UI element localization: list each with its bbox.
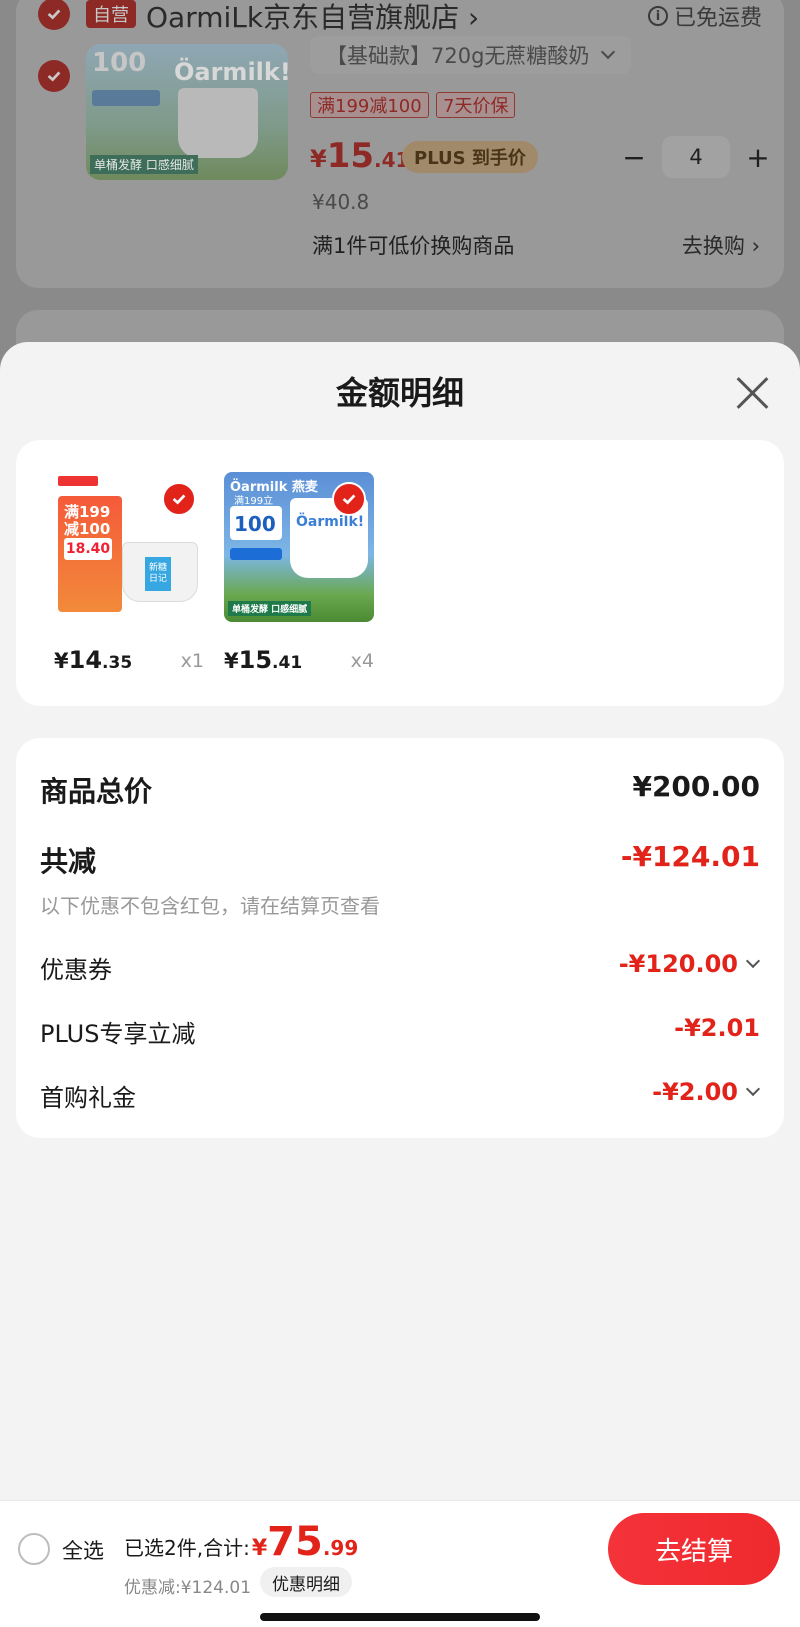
cart-background: 自营 OarmiLk京东自营旗舰店 › i 已免运费 100 Öarmilk! …	[0, 0, 800, 370]
chevron-down-icon	[601, 44, 616, 60]
good-qty-2: x4	[350, 650, 374, 672]
original-price: ¥40.8	[312, 190, 370, 214]
tub-label: 新糖 日记	[145, 557, 171, 591]
plus-button[interactable]: +	[740, 139, 776, 175]
total-integer: 75	[267, 1519, 323, 1565]
free-shipping-label[interactable]: i 已免运费	[647, 0, 762, 32]
summary-prefix: 已选2件,合计:	[124, 1536, 250, 1560]
store-name-link[interactable]: OarmiLk京东自营旗舰店 ›	[146, 0, 479, 36]
plus-discount-value: -¥2.01	[674, 1014, 760, 1042]
product-thumbnail[interactable]: 100 Öarmilk! 单桶发酵 口感细腻	[86, 44, 288, 180]
coupon-label: 优惠券	[40, 956, 112, 984]
image-coupon-button	[230, 548, 282, 560]
coupon-value: -¥120.00	[618, 950, 738, 978]
discount-detail-button[interactable]: 优惠明细	[260, 1567, 352, 1597]
spec-selector[interactable]: 【基础款】720g无蔗糖酸奶	[310, 36, 632, 74]
coupon-row-value[interactable]: -¥120.00	[618, 950, 761, 978]
first-purchase-value: -¥2.00	[652, 1078, 738, 1106]
price-breakdown-card: 商品总价 ¥200.00 共减 -¥124.01 以下优惠不包含红包，请在结算页…	[16, 738, 784, 1138]
reduction-note: 以下优惠不包含红包，请在结算页查看	[40, 894, 380, 918]
plus-discount-label: PLUS专享立减	[40, 1020, 196, 1048]
discount-summary: 优惠减:¥124.01	[124, 1578, 252, 1598]
swap-offer-text: 满1件可低价换购商品	[312, 234, 515, 258]
price-integer: 15	[326, 136, 375, 176]
chevron-down-icon	[745, 1081, 761, 1097]
item-price: ¥15.41	[310, 136, 409, 176]
badge-value: 100	[234, 512, 276, 536]
checked-icon[interactable]	[162, 482, 196, 516]
price-currency: ¥	[54, 649, 69, 673]
reduction-label: 共减	[40, 845, 97, 878]
good-price-2: ¥15.41	[224, 646, 302, 674]
checked-icon[interactable]	[332, 482, 366, 516]
thumb-cup	[178, 88, 258, 158]
thumb-footer: 单桶发酵 口感细腻	[90, 155, 198, 174]
good-price-1: ¥14.35	[54, 646, 132, 674]
promo-tag-discount: 满199减100	[310, 92, 429, 118]
chevron-down-icon	[745, 953, 761, 969]
order-summary: 已选2件,合计: ¥75.99	[124, 1519, 358, 1565]
total-currency: ¥	[251, 1536, 268, 1561]
close-icon[interactable]	[734, 374, 770, 410]
thumb-brand: Öarmilk!	[174, 58, 288, 86]
brand-logo	[58, 476, 98, 486]
yogurt-tub: 新糖 日记	[122, 542, 198, 602]
checkout-bar: 全选 已选2件,合计: ¥75.99 优惠减:¥124.01 优惠明细 去结算	[0, 1500, 800, 1627]
self-operated-tag: 自营	[86, 0, 136, 28]
selected-goods-card: 满199 减100 18.40 新糖 日记 ¥14.35 x1 Öarmilk …	[16, 440, 784, 706]
info-icon: i	[647, 6, 668, 26]
price-currency: ¥	[310, 145, 327, 173]
thumb-badge: 100	[92, 48, 147, 78]
item-check-icon[interactable]	[38, 60, 70, 92]
price-decimal: .41	[272, 653, 303, 673]
reduction-value: -¥124.01	[620, 840, 760, 873]
quantity-stepper[interactable]: − 4 +	[616, 136, 776, 178]
spec-text: 【基础款】720g无蔗糖酸奶	[326, 44, 590, 68]
promo-tag-price-protect: 7天价保	[436, 92, 516, 118]
amount-detail-sheet: 金额明细 满199 减100 18.40 新糖 日记 ¥14.35 x1 Öar…	[0, 342, 800, 1627]
free-shipping-text: 已免运费	[673, 6, 762, 31]
good-image-2: Öarmilk 燕麦 满199立减 100 Öarmilk! 单桶发酵 口感细腻	[224, 472, 374, 622]
coupon-badge: 满199立减 100	[230, 496, 282, 540]
price-currency: ¥	[224, 649, 239, 673]
good-image-1: 满199 减100 18.40 新糖 日记	[54, 472, 204, 622]
image-footer: 单桶发酵 口感细腻	[228, 601, 312, 616]
minus-button[interactable]: −	[616, 139, 652, 175]
sheet-title: 金额明细	[335, 374, 464, 412]
select-all-radio[interactable]	[18, 1533, 50, 1565]
first-purchase-label: 首购礼金	[40, 1084, 136, 1112]
price-integer: 14	[68, 646, 103, 674]
home-indicator[interactable]	[260, 1613, 540, 1621]
first-purchase-row-value[interactable]: -¥2.00	[652, 1078, 761, 1106]
price-decimal: .35	[102, 653, 133, 673]
selected-good-2[interactable]: Öarmilk 燕麦 满199立减 100 Öarmilk! 单桶发酵 口感细腻 …	[224, 472, 374, 674]
selected-good-1[interactable]: 满199 减100 18.40 新糖 日记 ¥14.35 x1	[54, 472, 204, 674]
promo-text: 满199 减100	[64, 503, 111, 538]
image-price-tag: 18.40	[64, 538, 112, 560]
plus-price-tag: PLUS 到手价	[402, 141, 538, 173]
quantity-value[interactable]: 4	[662, 136, 730, 178]
swap-link[interactable]: 去换购 ›	[682, 230, 760, 260]
cup-brand: Öarmilk!	[296, 514, 365, 530]
total-value: ¥200.00	[632, 770, 760, 803]
thumb-coupon-button	[92, 90, 160, 106]
total-label: 商品总价	[40, 775, 153, 808]
select-all-label[interactable]: 全选	[62, 1535, 104, 1565]
price-integer: 15	[238, 646, 273, 674]
checkout-button[interactable]: 去结算	[608, 1513, 780, 1585]
total-decimal: .99	[322, 1536, 359, 1560]
good-qty-1: x1	[180, 650, 204, 672]
